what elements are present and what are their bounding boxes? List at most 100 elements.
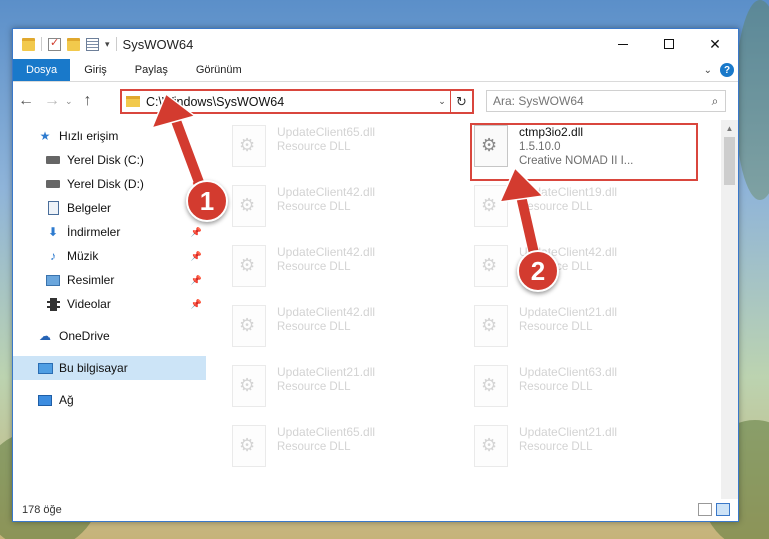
sidebar-item-pictures[interactable]: Resimler 📌 bbox=[13, 268, 206, 292]
dll-file-icon bbox=[474, 185, 508, 227]
list-item[interactable]: UpdateClient42.dllResource DLL bbox=[232, 185, 460, 245]
maximize-button[interactable] bbox=[646, 29, 692, 59]
file-name: UpdateClient42.dll bbox=[277, 185, 376, 199]
content-area: ★ Hızlı erişim Yerel Disk (C:) Yerel Dis… bbox=[13, 120, 738, 499]
title-bar: ▾ SysWOW64 ✕ bbox=[13, 29, 738, 59]
dll-file-icon bbox=[474, 125, 508, 167]
details-view-icon[interactable] bbox=[698, 503, 712, 516]
navigation-pane: ★ Hızlı erişim Yerel Disk (C:) Yerel Dis… bbox=[13, 120, 206, 499]
tab-view[interactable]: Görünüm bbox=[182, 59, 256, 81]
sidebar-item-this-pc[interactable]: Bu bilgisayar bbox=[13, 356, 206, 380]
star-icon: ★ bbox=[39, 129, 51, 143]
scrollbar-thumb[interactable] bbox=[724, 137, 735, 185]
dll-file-icon bbox=[232, 365, 266, 407]
sidebar-item-label: Yerel Disk (D:) bbox=[67, 177, 144, 191]
pin-icon[interactable]: 📌 bbox=[191, 251, 202, 262]
computer-icon bbox=[37, 361, 53, 375]
file-type: Resource DLL bbox=[277, 141, 351, 153]
tab-home[interactable]: Giriş bbox=[70, 59, 121, 81]
file-type: Resource DLL bbox=[277, 441, 351, 453]
quick-access-toolbar: ▾ bbox=[13, 36, 117, 51]
maximize-icon bbox=[664, 39, 674, 49]
music-icon: ♪ bbox=[50, 249, 56, 263]
dll-file-icon bbox=[474, 365, 508, 407]
pin-icon[interactable]: 📌 bbox=[191, 299, 202, 310]
close-button[interactable]: ✕ bbox=[692, 29, 738, 59]
file-name: UpdateClient42.dll bbox=[277, 305, 376, 319]
file-name: UpdateClient21.dll bbox=[519, 425, 618, 439]
selected-file-item[interactable]: ctmp3io2.dll 1.5.10.0 Creative NOMAD II … bbox=[474, 125, 702, 185]
list-item[interactable]: UpdateClient21.dll Resource DLL bbox=[474, 305, 702, 365]
navigation-bar: ← → ⌄ ↑ C:\Windows\SysWOW64 ⌄ ↻ ⌕ bbox=[13, 82, 738, 120]
vertical-scrollbar[interactable]: ▲ bbox=[721, 120, 738, 499]
list-item[interactable]: UpdateClient65.dll Resource DLL bbox=[232, 425, 460, 485]
properties-icon[interactable] bbox=[86, 37, 99, 51]
video-icon bbox=[45, 297, 61, 311]
customize-toolbar-caret-icon[interactable]: ▾ bbox=[105, 39, 110, 50]
dll-file-icon bbox=[474, 245, 508, 287]
file-description: Creative NOMAD II I... bbox=[519, 155, 634, 167]
download-icon: ⬇ bbox=[47, 225, 59, 239]
item-count: 178 öğe bbox=[22, 504, 62, 516]
address-path[interactable]: C:\Windows\SysWOW64 bbox=[146, 95, 434, 109]
up-arrow-icon[interactable]: ↑ bbox=[75, 92, 101, 110]
sidebar-item-local-disk-d[interactable]: Yerel Disk (D:) 📌 bbox=[13, 172, 206, 196]
list-item[interactable]: UpdateClient65.dll Resource DLL bbox=[232, 125, 460, 185]
forward-arrow-icon[interactable]: → bbox=[39, 92, 65, 110]
tab-share[interactable]: Paylaş bbox=[121, 59, 182, 81]
file-name: UpdateClient21.dll bbox=[277, 365, 376, 379]
properties-check-icon[interactable] bbox=[48, 36, 61, 51]
sidebar-item-music[interactable]: ♪ Müzik 📌 bbox=[13, 244, 206, 268]
back-arrow-icon[interactable]: ← bbox=[13, 92, 39, 110]
sidebar-item-label: Belgeler bbox=[67, 201, 112, 215]
tiles-view-icon[interactable] bbox=[716, 503, 730, 516]
sidebar-item-videos[interactable]: Videolar 📌 bbox=[13, 292, 206, 316]
pictures-icon bbox=[45, 273, 61, 287]
recent-locations-caret-icon[interactable]: ⌄ bbox=[65, 96, 73, 107]
refresh-icon[interactable]: ↻ bbox=[450, 91, 472, 112]
drive-icon bbox=[45, 177, 61, 191]
sidebar-item-label: Resimler bbox=[67, 273, 115, 287]
address-bar[interactable]: C:\Windows\SysWOW64 ⌄ ↻ bbox=[120, 89, 474, 114]
pin-icon[interactable]: 📌 bbox=[191, 275, 202, 286]
sidebar-item-label: Hızlı erişim bbox=[59, 129, 119, 143]
file-type: Resource DLL bbox=[277, 261, 351, 273]
sidebar-item-documents[interactable]: Belgeler 📌 bbox=[13, 196, 206, 220]
list-item[interactable]: UpdateClient21.dll Resource DLL bbox=[474, 425, 702, 485]
ribbon-tabs: Dosya Giriş Paylaş Görünüm ⌄ ? bbox=[13, 59, 738, 82]
step-one-marker: 1 bbox=[186, 180, 228, 222]
sidebar-item-network[interactable]: Ağ bbox=[13, 388, 206, 412]
minimize-icon bbox=[618, 43, 628, 45]
search-icon[interactable]: ⌕ bbox=[705, 94, 725, 109]
file-type: Resource DLL bbox=[519, 441, 593, 453]
tab-file[interactable]: Dosya bbox=[13, 59, 71, 81]
network-icon bbox=[37, 393, 53, 407]
list-item[interactable]: UpdateClient63.dll Resource DLL bbox=[474, 365, 702, 425]
dll-file-icon bbox=[474, 305, 508, 347]
help-icon[interactable]: ? bbox=[720, 63, 734, 77]
search-input[interactable] bbox=[493, 94, 705, 108]
minimize-button[interactable] bbox=[600, 29, 646, 59]
toolbar-separator bbox=[41, 37, 42, 51]
list-item[interactable]: UpdateClient42.dllResource DLL bbox=[232, 305, 460, 365]
drive-icon bbox=[45, 153, 61, 167]
sidebar-item-local-disk-c[interactable]: Yerel Disk (C:) bbox=[13, 148, 206, 172]
address-dropdown-icon[interactable]: ⌄ bbox=[434, 96, 450, 107]
list-item[interactable]: UpdateClient21.dll Resource DLL bbox=[232, 365, 460, 425]
new-folder-icon[interactable] bbox=[67, 37, 80, 51]
search-box[interactable]: ⌕ bbox=[486, 90, 726, 112]
sidebar-item-downloads[interactable]: ⬇ İndirmeler 📌 bbox=[13, 220, 206, 244]
pin-icon[interactable]: 📌 bbox=[191, 227, 202, 238]
file-name: UpdateClient42.dll bbox=[277, 245, 376, 259]
sidebar-item-onedrive[interactable]: ☁ OneDrive bbox=[13, 324, 206, 348]
dll-file-icon bbox=[232, 305, 266, 347]
scroll-up-arrow-icon[interactable]: ▲ bbox=[721, 120, 738, 137]
address-folder-icon bbox=[126, 96, 140, 107]
list-item[interactable]: UpdateClient19.dll Resource DLL bbox=[474, 185, 702, 245]
list-item[interactable]: UpdateClient42.dllResource DLL bbox=[474, 245, 702, 305]
sidebar-item-quick-access[interactable]: ★ Hızlı erişim bbox=[13, 124, 206, 148]
list-item[interactable]: UpdateClient42.dll Resource DLL bbox=[232, 245, 460, 305]
expand-ribbon-chevron-icon[interactable]: ⌄ bbox=[704, 65, 712, 76]
file-type: Resource DLL bbox=[519, 201, 593, 213]
window-controls: ✕ bbox=[600, 29, 738, 59]
